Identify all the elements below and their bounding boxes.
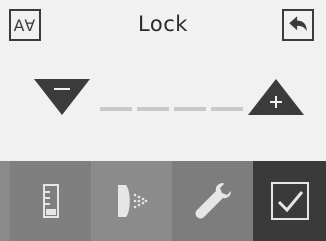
wrench-icon — [195, 183, 231, 219]
level-gauge-icon — [42, 184, 59, 218]
spray-nozzle-icon — [117, 185, 147, 217]
back-arrow-icon — [289, 16, 307, 32]
increase-button[interactable] — [246, 77, 306, 117]
toolbar-level-button[interactable] — [10, 161, 91, 241]
triangle-down-minus-icon — [34, 79, 90, 115]
toolbar-spray-button[interactable] — [91, 161, 172, 241]
digit-placeholder — [100, 107, 132, 111]
checkbox-checked-icon — [270, 182, 309, 220]
decrease-button[interactable] — [32, 77, 92, 117]
digit-placeholder — [137, 107, 169, 111]
header-bar: A∀ Lock — [0, 0, 326, 56]
page-title: Lock — [138, 12, 188, 36]
digit-placeholder — [211, 107, 243, 111]
bottom-toolbar — [0, 161, 326, 241]
digit-placeholder — [174, 107, 206, 111]
toolbar-settings-button[interactable] — [172, 161, 253, 241]
value-display — [100, 107, 245, 113]
triangle-up-plus-icon — [248, 79, 304, 115]
toolbar-confirm-button[interactable] — [253, 161, 326, 241]
back-button[interactable] — [282, 9, 314, 41]
